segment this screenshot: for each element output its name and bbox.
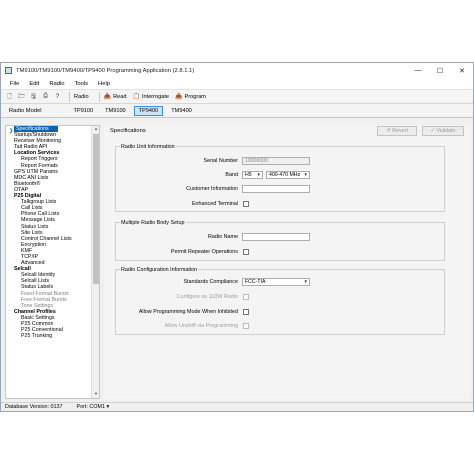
program-icon: 📤: [175, 94, 183, 100]
radio-model-label: Radio Model: [9, 107, 42, 114]
radio-name-label: Radio Name: [208, 234, 238, 240]
read-button[interactable]: 📥 Read: [103, 93, 127, 101]
radio-model-bar: Radio Model TP9100 TM9100 TP9400 TM9400: [1, 104, 473, 118]
standards-compliance-select[interactable]: FCC-TIA ▼: [242, 278, 310, 286]
standards-compliance-label: Standards Compliance: [183, 279, 238, 285]
band-label: Band: [225, 172, 238, 178]
open-folder-icon[interactable]: 🗁: [17, 92, 26, 101]
selection-arrow-icon: ❯: [9, 128, 14, 134]
toolbar: 🗋 🗁 🖫 ⎙ ? Radio 📥 Read 📋 Interrogate 📤 Prog…: [1, 90, 473, 104]
allow-unshift-checkbox[interactable]: [243, 323, 249, 329]
customer-info-field[interactable]: [242, 185, 310, 193]
menu-bar: File Edit Radio Tools Help: [1, 78, 473, 90]
validate-button[interactable]: ✓ Validate: [422, 126, 464, 136]
read-icon: 📥: [103, 94, 112, 100]
save-icon[interactable]: 🖫: [29, 92, 38, 101]
configure-110w-checkbox[interactable]: [243, 294, 249, 300]
interrogate-button[interactable]: 📋 Interrogate: [132, 93, 169, 101]
title-bar: TM9100/TM9100/TM9400/TP9400 Programming …: [1, 63, 473, 78]
program-button[interactable]: 📤 Program: [175, 93, 206, 101]
enhanced-terminal-checkbox[interactable]: [243, 201, 249, 207]
radio-unit-group: Radio Unit Information Serial Number 190…: [115, 144, 445, 212]
minimize-button[interactable]: —: [407, 63, 429, 78]
radio-button[interactable]: Radio: [74, 94, 89, 100]
navigation-tree: ❯ Specifications Startup/Shutdown Receiver…: [5, 125, 100, 399]
group-title: Multiple Radio Body Setup: [120, 220, 186, 226]
model-tab-tm9100[interactable]: TM9100: [101, 107, 130, 115]
model-tab-tm9400[interactable]: TM9400: [167, 107, 196, 115]
permit-repeater-label: Permit Repeater Operations: [170, 249, 238, 255]
port-selector[interactable]: Port: COM1 ▾: [77, 404, 110, 410]
database-version: Database Version: 0137: [5, 404, 63, 410]
menu-file[interactable]: File: [5, 81, 24, 87]
specifications-panel: Specifications ↺ Revert ✓ Validate Radio…: [104, 125, 470, 399]
print-icon[interactable]: ⎙: [41, 92, 50, 101]
allow-unshift-label: Allow Unshift via Programming: [164, 323, 238, 329]
chevron-down-icon: ▼: [256, 172, 261, 177]
group-title: Radio Unit Information: [120, 144, 176, 150]
allow-inhibited-label: Allow Programming Mode When Inhibited: [138, 309, 238, 315]
status-bar: Database Version: 0137 Port: COM1 ▾: [1, 402, 473, 411]
enhanced-terminal-label: Enhanced Terminal: [191, 201, 238, 207]
revert-button[interactable]: ↺ Revert: [377, 126, 417, 136]
menu-tools[interactable]: Tools: [70, 81, 94, 87]
tree-list: Specifications Startup/Shutdown Receiver M…: [6, 126, 99, 339]
toolbar-separator: [98, 91, 100, 102]
configure-110w-label: Configure as 110W Radio: [176, 294, 238, 300]
close-button[interactable]: ✕: [451, 63, 473, 78]
page-title: Specifications: [110, 128, 146, 134]
serial-number-field[interactable]: 19000000: [242, 157, 310, 165]
tree-scrollbar[interactable]: ▲ ▼: [91, 126, 99, 398]
new-file-icon[interactable]: 🗋: [5, 92, 14, 101]
tree-item[interactable]: P25 Trunking: [6, 333, 99, 339]
chevron-down-icon: ▼: [303, 172, 308, 177]
customer-info-label: Customer Information: [186, 186, 238, 192]
app-window: TM9100/TM9100/TM9400/TP9400 Programming …: [0, 62, 474, 412]
scroll-thumb[interactable]: [93, 134, 99, 284]
model-tab-tp9100[interactable]: TP9100: [70, 107, 98, 115]
help-icon[interactable]: ?: [53, 92, 62, 101]
band-select[interactable]: H5 ▼: [242, 171, 263, 179]
window-title: TM9100/TM9100/TM9400/TP9400 Programming …: [16, 67, 195, 74]
radio-config-group: Radio Configuration Information Standard…: [115, 267, 445, 335]
app-icon: [5, 67, 12, 74]
maximize-button[interactable]: ☐: [429, 63, 451, 78]
scroll-up-icon[interactable]: ▲: [92, 126, 99, 133]
band-range-select[interactable]: 400-470 MHz ▼: [266, 171, 310, 179]
group-title: Radio Configuration Information: [120, 267, 199, 273]
radio-name-field[interactable]: [242, 233, 310, 241]
scroll-down-icon[interactable]: ▼: [92, 391, 99, 398]
serial-number-label: Serial Number: [203, 158, 238, 164]
interrogate-icon: 📋: [132, 94, 140, 100]
menu-edit[interactable]: Edit: [24, 81, 44, 87]
allow-inhibited-checkbox[interactable]: [243, 309, 249, 315]
chevron-down-icon: ▼: [303, 279, 308, 284]
multi-body-group: Multiple Radio Body Setup Radio Name Per…: [115, 220, 445, 261]
model-tab-tp9400[interactable]: TP9400: [133, 105, 164, 116]
toolbar-separator: [69, 91, 70, 102]
permit-repeater-checkbox[interactable]: [243, 249, 249, 255]
menu-radio[interactable]: Radio: [44, 81, 69, 87]
menu-help[interactable]: Help: [93, 81, 115, 87]
